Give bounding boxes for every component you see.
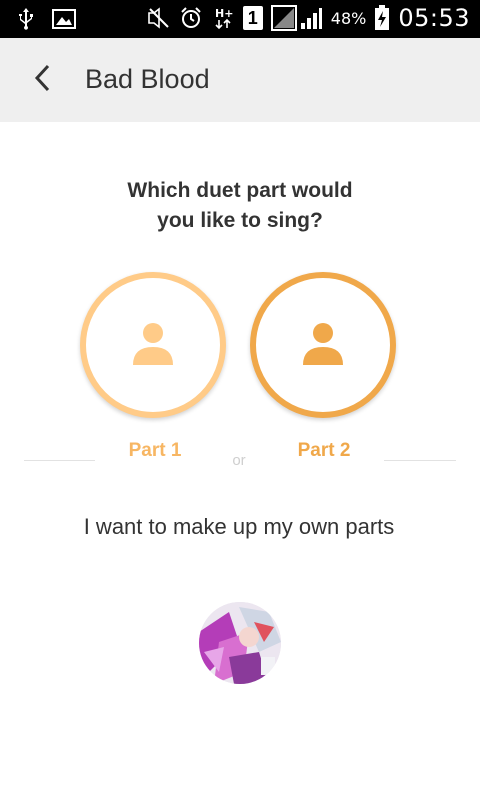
avatar[interactable] (199, 602, 281, 684)
clock: 05:53 (398, 4, 470, 32)
make-own-parts-button[interactable]: I want to make up my own parts (0, 514, 478, 540)
back-button[interactable] (24, 62, 60, 98)
sim-icon: 1 (242, 6, 263, 30)
mute-icon (147, 5, 171, 31)
page-title: Bad Blood (85, 64, 210, 94)
app-bar: Bad Blood (0, 38, 480, 122)
battery-percent: 48% (330, 8, 367, 28)
person-icon (131, 321, 175, 370)
hplus-icon: H+ (211, 5, 235, 31)
battery-icon (374, 5, 390, 31)
status-bar: H+ 1 48% 05:53 (0, 0, 480, 38)
image-icon (52, 6, 76, 32)
duet-prompt: Which duet part would you like to sing? (127, 179, 353, 232)
signal-icon (270, 5, 323, 31)
alarm-icon (179, 5, 203, 31)
usb-icon (14, 6, 38, 32)
person-icon (301, 321, 345, 370)
part-2-button[interactable] (250, 272, 396, 418)
chevron-left-icon (33, 63, 51, 98)
or-separator: or (232, 452, 246, 469)
svg-text:H+: H+ (215, 7, 233, 20)
part-1-button[interactable] (80, 272, 226, 418)
